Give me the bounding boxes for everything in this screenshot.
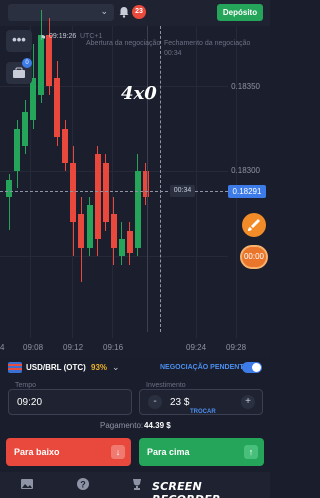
usa-flag-icon xyxy=(8,362,22,373)
candle-body xyxy=(134,171,141,248)
arrow-up-icon: ↑ xyxy=(244,445,258,459)
investment-label: Investimento xyxy=(143,382,189,389)
grid-line xyxy=(0,171,228,172)
price-tick-label: 0.18350 xyxy=(231,82,260,91)
increase-investment-button[interactable]: + xyxy=(241,395,255,409)
time-tick-label: 4 xyxy=(0,343,5,352)
candle-body xyxy=(118,239,125,256)
trade-down-label: Para baixo xyxy=(14,447,60,457)
trade-up-button[interactable]: Para cima ↑ xyxy=(139,438,264,466)
deposit-button[interactable]: Depósito xyxy=(217,4,263,21)
chevron-down-icon: ⌄ xyxy=(100,6,108,16)
time-tick-label: 09:24 xyxy=(186,343,207,352)
image-icon[interactable] xyxy=(20,477,34,491)
candle-body xyxy=(62,128,69,163)
candle-body xyxy=(6,179,12,197)
trade-open-line xyxy=(147,26,148,332)
time-tick-label: 09:12 xyxy=(63,343,84,352)
asset-payout-percent: 93% xyxy=(91,363,108,372)
balance-selector[interactable]: ⌄ xyxy=(8,4,114,21)
time-label: Tempo xyxy=(12,382,40,389)
trade-close-label: Fechamento da negociação xyxy=(164,40,251,47)
pending-trade-label: NEGOCIAÇÃO PENDENTE xyxy=(160,364,249,371)
time-value: 09:20 xyxy=(17,397,43,408)
notification-badge: 23 xyxy=(132,5,146,19)
chevron-down-icon[interactable]: ⌄ xyxy=(112,362,120,373)
investment-value: 23 $ xyxy=(170,397,190,408)
payout-value: 44.39 $ xyxy=(144,421,171,430)
screen-recorder-watermark: SCREEN RECORDER xyxy=(152,480,220,498)
arrow-down-icon: ↓ xyxy=(111,445,125,459)
open-trades-badge: 0 xyxy=(22,58,32,68)
trade-start-time: 09:19:26 xyxy=(49,33,77,40)
asset-selector[interactable]: USD/BRL (OTC) xyxy=(26,363,86,372)
trade-down-button[interactable]: Para baixo ↓ xyxy=(6,438,131,466)
candle-body xyxy=(46,35,53,86)
toggle-knob xyxy=(252,363,261,372)
current-price-label: 0.18291 xyxy=(228,185,266,198)
trophy-icon[interactable] xyxy=(130,477,144,491)
timezone-label: UTC+1 xyxy=(80,33,103,40)
decrease-investment-button[interactable]: - xyxy=(148,395,162,409)
candle-body xyxy=(94,154,101,239)
trade-up-label: Para cima xyxy=(147,447,190,457)
countdown-label: 00:34 xyxy=(170,185,195,197)
asset-row: USD/BRL (OTC) 93% ⌄ NEGOCIAÇÃO PENDENTE xyxy=(0,358,270,378)
candle-body xyxy=(38,35,45,95)
bell-icon[interactable] xyxy=(118,6,130,18)
grid-line xyxy=(112,26,113,338)
trade-close-line xyxy=(160,26,161,332)
grid-line xyxy=(196,26,197,338)
grid-line xyxy=(236,26,237,338)
time-field[interactable]: 09:20 xyxy=(8,389,132,415)
trade-open-label: Abertura da negociação xyxy=(86,40,161,47)
candle-body xyxy=(86,205,93,248)
watermark-text: 4x0 xyxy=(121,83,157,104)
time-tick-label: 09:16 xyxy=(103,343,124,352)
time-tick-label: 09:08 xyxy=(23,343,44,352)
payout-label: Pagamento: xyxy=(100,421,144,430)
trading-app: ⌄ 23 Depósito 0.18350 0.18300 4 09:08 09… xyxy=(0,0,270,498)
switch-currency-link[interactable]: TROCAR xyxy=(190,409,216,415)
brush-icon xyxy=(248,219,260,231)
candle-body xyxy=(70,162,77,222)
price-tick-label: 0.18300 xyxy=(231,166,260,175)
candle-body xyxy=(110,213,117,248)
bottom-nav: ? SCREEN RECORDER xyxy=(0,472,270,498)
pending-trade-toggle[interactable] xyxy=(242,362,262,373)
candle-body xyxy=(126,230,133,253)
flag-icon: ⚑ xyxy=(40,35,47,42)
candle-body xyxy=(14,128,21,171)
time-tick-label: 09:28 xyxy=(226,343,247,352)
candle-body xyxy=(22,111,29,146)
drawing-tools-button[interactable] xyxy=(242,213,266,237)
svg-text:?: ? xyxy=(80,480,86,490)
candle-body xyxy=(102,162,109,222)
candle-body xyxy=(78,213,85,248)
candle-body xyxy=(54,77,61,137)
help-icon[interactable]: ? xyxy=(76,477,90,491)
timer-button[interactable]: 00:00 xyxy=(240,245,268,269)
trade-close-time: 00:34 xyxy=(164,50,182,57)
more-options-button[interactable]: ••• xyxy=(6,30,32,52)
